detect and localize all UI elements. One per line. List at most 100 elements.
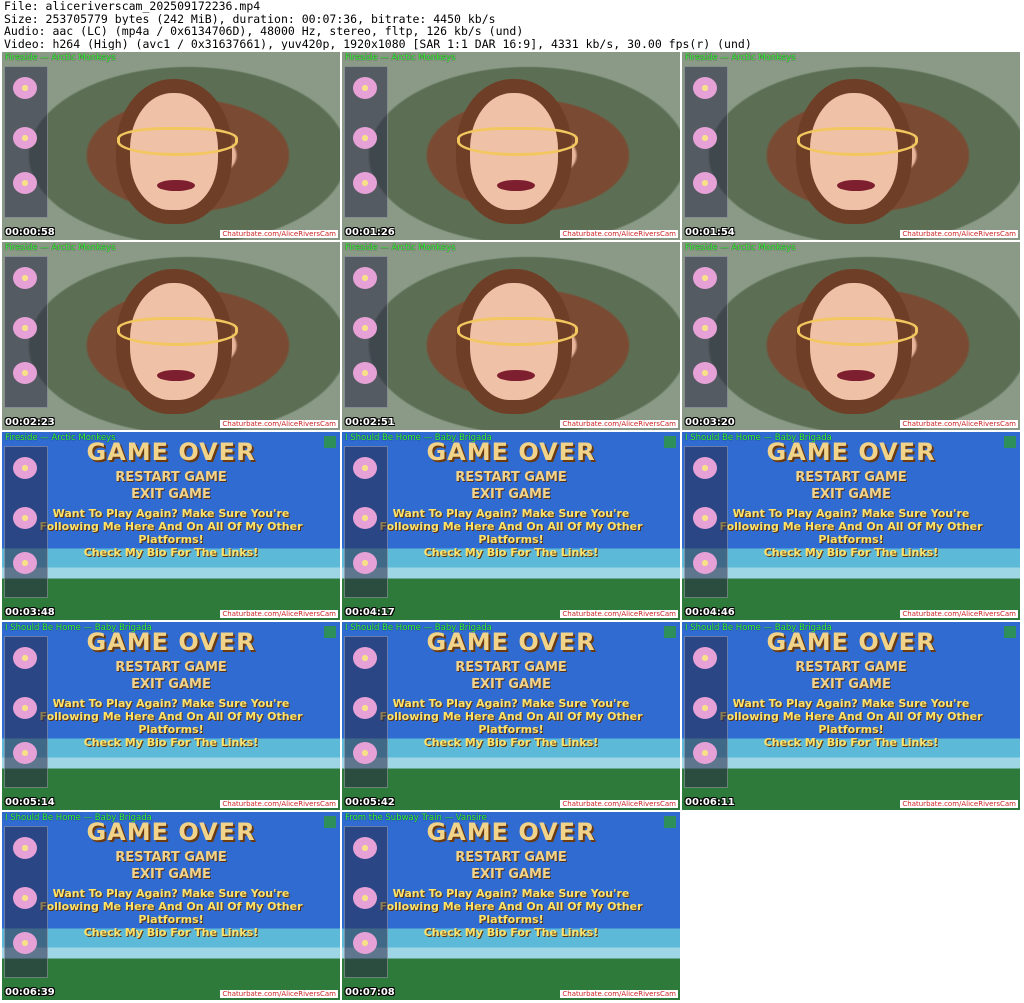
flower-icon (13, 77, 37, 99)
flower-icon (13, 457, 37, 479)
glasses (456, 317, 578, 346)
corner-logo-icon (324, 436, 336, 448)
thumbnail-frame[interactable]: GAME OVER RESTART GAME EXIT GAME Want To Pl… (342, 432, 680, 620)
restart-game-option: RESTART GAME (455, 660, 567, 675)
flower-icon (13, 127, 37, 149)
timestamp: 00:02:23 (5, 417, 55, 428)
thumbnail-frame[interactable]: GAME OVER RESTART GAME EXIT GAME Want To Pl… (2, 622, 340, 810)
thumbnail-frame[interactable]: GAME OVER RESTART GAME EXIT GAME Want To Pl… (342, 812, 680, 1000)
flower-icon (13, 887, 37, 909)
timestamp: 00:02:51 (345, 417, 395, 428)
thumbnail-frame[interactable]: Fireside — Arctic Monkeys 00:02:23 Chaturb… (2, 242, 340, 430)
stream-overlay-panel (4, 66, 48, 218)
now-playing-song: I Should Be Home — Baby Brigada (345, 623, 492, 633)
flower-icon (13, 932, 37, 954)
stream-overlay-panel (4, 636, 48, 788)
lips (157, 179, 195, 192)
thumbnail-frame[interactable]: GAME OVER RESTART GAME EXIT GAME Want To Pl… (2, 812, 340, 1000)
now-playing-song: Fireside — Arctic Monkeys (5, 433, 116, 443)
timestamp: 00:03:20 (685, 417, 735, 428)
restart-game-option: RESTART GAME (795, 660, 907, 675)
corner-logo-icon (1004, 436, 1016, 448)
watermark: Chaturbate.com/AliceRiversCam (560, 610, 678, 618)
flower-icon (353, 77, 377, 99)
flower-icon (693, 507, 717, 529)
timestamp: 00:05:42 (345, 797, 395, 808)
lips (157, 369, 195, 382)
thumbnail-frame[interactable]: Fireside — Arctic Monkeys 00:03:20 Chaturb… (682, 242, 1020, 430)
stream-overlay-panel (4, 256, 48, 408)
bio-message: Check My Bio For The Links! (83, 926, 259, 939)
glasses (796, 127, 918, 156)
thumbnail-frame[interactable]: GAME OVER RESTART GAME EXIT GAME Want To Pl… (342, 622, 680, 810)
flower-icon (13, 697, 37, 719)
flower-icon (353, 317, 377, 339)
exit-game-option: EXIT GAME (811, 677, 891, 692)
timestamp: 00:04:17 (345, 607, 395, 618)
watermark: Chaturbate.com/AliceRiversCam (900, 800, 1018, 808)
file-name: File: aliceriverscam_202509172236.mp4 (4, 0, 261, 13)
stream-overlay-panel (684, 446, 728, 598)
thumbnail-frame[interactable]: GAME OVER RESTART GAME EXIT GAME Want To Pl… (682, 622, 1020, 810)
follow-message: Want To Play Again? Make Sure You're Fol… (719, 697, 983, 736)
glasses (456, 127, 578, 156)
file-info-header: File: aliceriverscam_202509172236.mp4 Si… (4, 0, 1020, 50)
lips (497, 369, 535, 382)
stream-overlay-panel (4, 446, 48, 598)
flower-icon (693, 457, 717, 479)
now-playing-song: I Should Be Home — Baby Brigada (345, 433, 492, 443)
thumbnail-frame[interactable]: Fireside — Arctic Monkeys 00:00:58 Chaturb… (2, 52, 340, 240)
thumbnail-frame[interactable]: Fireside — Arctic Monkeys 00:01:54 Chaturb… (682, 52, 1020, 240)
timestamp: 00:01:26 (345, 227, 395, 238)
flower-icon (353, 742, 377, 764)
restart-game-option: RESTART GAME (115, 660, 227, 675)
thumbnail-frame[interactable]: Fireside — Arctic Monkeys 00:02:51 Chaturb… (342, 242, 680, 430)
timestamp: 00:06:39 (5, 987, 55, 998)
thumbnail-frame[interactable]: Fireside — Arctic Monkeys 00:01:26 Chaturb… (342, 52, 680, 240)
flower-icon (353, 932, 377, 954)
now-playing-song: Fireside — Arctic Monkeys (5, 53, 116, 63)
flower-icon (353, 552, 377, 574)
bio-message: Check My Bio For The Links! (763, 736, 939, 749)
flower-icon (693, 362, 717, 384)
timestamp: 00:06:11 (685, 797, 735, 808)
watermark: Chaturbate.com/AliceRiversCam (220, 610, 338, 618)
watermark: Chaturbate.com/AliceRiversCam (220, 800, 338, 808)
now-playing-song: Fireside — Arctic Monkeys (685, 243, 796, 253)
now-playing-song: Fireside — Arctic Monkeys (345, 243, 456, 253)
flower-icon (353, 267, 377, 289)
flower-icon (353, 887, 377, 909)
file-size-info: Size: 253705779 bytes (242 MiB), duratio… (4, 12, 496, 25)
restart-game-option: RESTART GAME (455, 850, 567, 865)
follow-message: Want To Play Again? Make Sure You're Fol… (39, 697, 303, 736)
glasses (116, 127, 238, 156)
now-playing-song: I Should Be Home — Baby Brigada (685, 433, 832, 443)
bio-message: Check My Bio For The Links! (83, 546, 259, 559)
flower-icon (13, 317, 37, 339)
follow-message: Want To Play Again? Make Sure You're Fol… (379, 887, 643, 926)
flower-icon (353, 127, 377, 149)
now-playing-song: Fireside — Arctic Monkeys (685, 53, 796, 63)
flower-icon (693, 267, 717, 289)
watermark: Chaturbate.com/AliceRiversCam (220, 990, 338, 998)
flower-icon (353, 647, 377, 669)
timestamp: 00:03:48 (5, 607, 55, 618)
watermark: Chaturbate.com/AliceRiversCam (900, 230, 1018, 238)
flower-icon (693, 77, 717, 99)
watermark: Chaturbate.com/AliceRiversCam (900, 420, 1018, 428)
thumbnail-frame[interactable]: GAME OVER RESTART GAME EXIT GAME Want To Pl… (2, 432, 340, 620)
now-playing-song: Fireside — Arctic Monkeys (345, 53, 456, 63)
corner-logo-icon (324, 626, 336, 638)
exit-game-option: EXIT GAME (471, 487, 551, 502)
flower-icon (13, 362, 37, 384)
watermark: Chaturbate.com/AliceRiversCam (220, 230, 338, 238)
audio-info: Audio: aac (LC) (mp4a / 0x6134706D), 480… (4, 25, 524, 38)
now-playing-song: Fireside — Arctic Monkeys (5, 243, 116, 253)
bio-message: Check My Bio For The Links! (763, 546, 939, 559)
timestamp: 00:07:08 (345, 987, 395, 998)
flower-icon (693, 317, 717, 339)
stream-overlay-panel (4, 826, 48, 978)
thumbnail-frame[interactable]: GAME OVER RESTART GAME EXIT GAME Want To Pl… (682, 432, 1020, 620)
corner-logo-icon (664, 626, 676, 638)
thumbnail-grid: Fireside — Arctic Monkeys 00:00:58 Chaturb… (0, 52, 1024, 1003)
